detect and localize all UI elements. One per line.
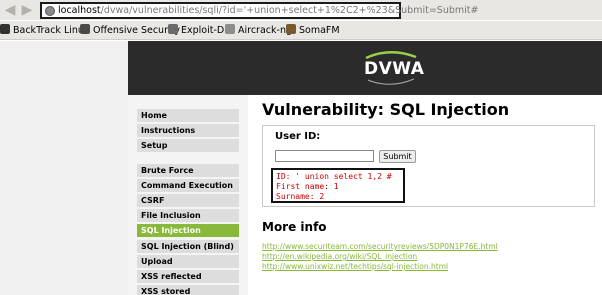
user-id-input[interactable] — [275, 150, 374, 162]
menu-item-home[interactable]: Home — [137, 109, 239, 122]
menu-item-brute-force[interactable]: Brute Force — [137, 163, 239, 177]
result-surname-line: Surname: 2 — [276, 192, 325, 201]
result-first-name-line: First name: 1 — [276, 182, 339, 191]
bookmarks-toolbar: BackTrack Linux Offensive Security Explo… — [0, 21, 602, 40]
main-menu: Home Instructions Setup Brute Force Comm… — [137, 109, 239, 295]
menu-item-instructions[interactable]: Instructions — [137, 124, 239, 138]
bookmark-label: Exploit-DB — [181, 25, 231, 36]
menu-item-xss-stored[interactable]: XSS stored — [137, 285, 239, 295]
bookmark-offensive-security[interactable]: Offensive Security — [80, 24, 180, 38]
url-text[interactable]: localhost/dvwa/vulnerabilities/sqli/?id=… — [58, 4, 478, 17]
site-identity-icon[interactable] — [45, 6, 55, 16]
bookmark-somafm[interactable]: SomaFM — [286, 24, 340, 38]
aircrack-favicon-icon — [225, 24, 235, 34]
forward-arrow-icon[interactable]: ▶ — [19, 3, 35, 17]
logo-text: DVWA — [364, 59, 425, 79]
submit-button[interactable]: Submit — [379, 150, 416, 163]
offensive-security-favicon-icon — [80, 24, 90, 34]
bookmark-label: SomaFM — [299, 25, 340, 36]
main-content: Vulnerability: SQL Injection User ID: Su… — [248, 95, 602, 295]
url-bar[interactable]: localhost/dvwa/vulnerabilities/sqli/?id=… — [40, 2, 478, 19]
menu-item-sql-injection-blind[interactable]: SQL Injection (Blind) — [137, 239, 239, 253]
url-host: localhost — [58, 5, 101, 16]
menu-item-upload[interactable]: Upload — [137, 254, 239, 268]
menu-item-xss-reflected[interactable]: XSS reflected — [137, 269, 239, 283]
menu-item-csrf[interactable]: CSRF — [137, 193, 239, 207]
browser-navbar: ◀ ▶ localhost/dvwa/vulnerabilities/sqli/… — [0, 0, 602, 20]
bookmark-label: Offensive Security — [93, 25, 180, 36]
back-arrow-icon[interactable]: ◀ — [2, 3, 18, 17]
dvwa-header: DVWA — [128, 41, 602, 95]
backtrack-favicon-icon — [0, 24, 10, 34]
menu-spacer — [137, 155, 239, 164]
menu-item-sql-injection[interactable]: SQL Injection — [137, 224, 239, 238]
bookmark-aircrack-ng[interactable]: Aircrack-ng — [225, 24, 292, 38]
exploit-db-favicon-icon — [168, 24, 178, 34]
bookmark-exploit-db[interactable]: Exploit-DB — [168, 24, 231, 38]
menu-item-file-inclusion[interactable]: File Inclusion — [137, 209, 239, 223]
more-info-heading: More info — [262, 220, 327, 234]
result-id-line: ID: ' union select 1,2 # — [276, 172, 392, 181]
sqli-form-box: User ID: Submit ID: ' union select 1,2 #… — [262, 125, 595, 207]
link-wikipedia-sql-injection[interactable]: http://en.wikipedia.org/wiki/SQL_injecti… — [262, 252, 498, 262]
user-id-label: User ID: — [275, 131, 321, 142]
url-path: /dvwa/vulnerabilities/sqli/?id='+union+s… — [100, 5, 479, 16]
page-title: Vulnerability: SQL Injection — [262, 100, 510, 119]
bookmark-label: Aircrack-ng — [238, 25, 292, 36]
menu-item-command-execution[interactable]: Command Execution — [137, 178, 239, 192]
bookmark-label: BackTrack Linux — [13, 25, 90, 36]
query-result-box: ID: ' union select 1,2 # First name: 1 S… — [271, 168, 405, 203]
menu-item-setup[interactable]: Setup — [137, 139, 239, 153]
link-securiteam[interactable]: http://www.securiteam.com/securityreview… — [262, 242, 498, 252]
more-info-links: http://www.securiteam.com/securityreview… — [262, 242, 498, 272]
somafm-favicon-icon — [286, 24, 296, 34]
link-unixwiz-sql-injection[interactable]: http://www.unixwiz.net/techtips/sql-inje… — [262, 262, 498, 272]
bookmark-backtrack-linux[interactable]: BackTrack Linux — [0, 24, 90, 38]
dvwa-logo: DVWA — [360, 49, 424, 87]
page-left-margin — [0, 41, 128, 295]
